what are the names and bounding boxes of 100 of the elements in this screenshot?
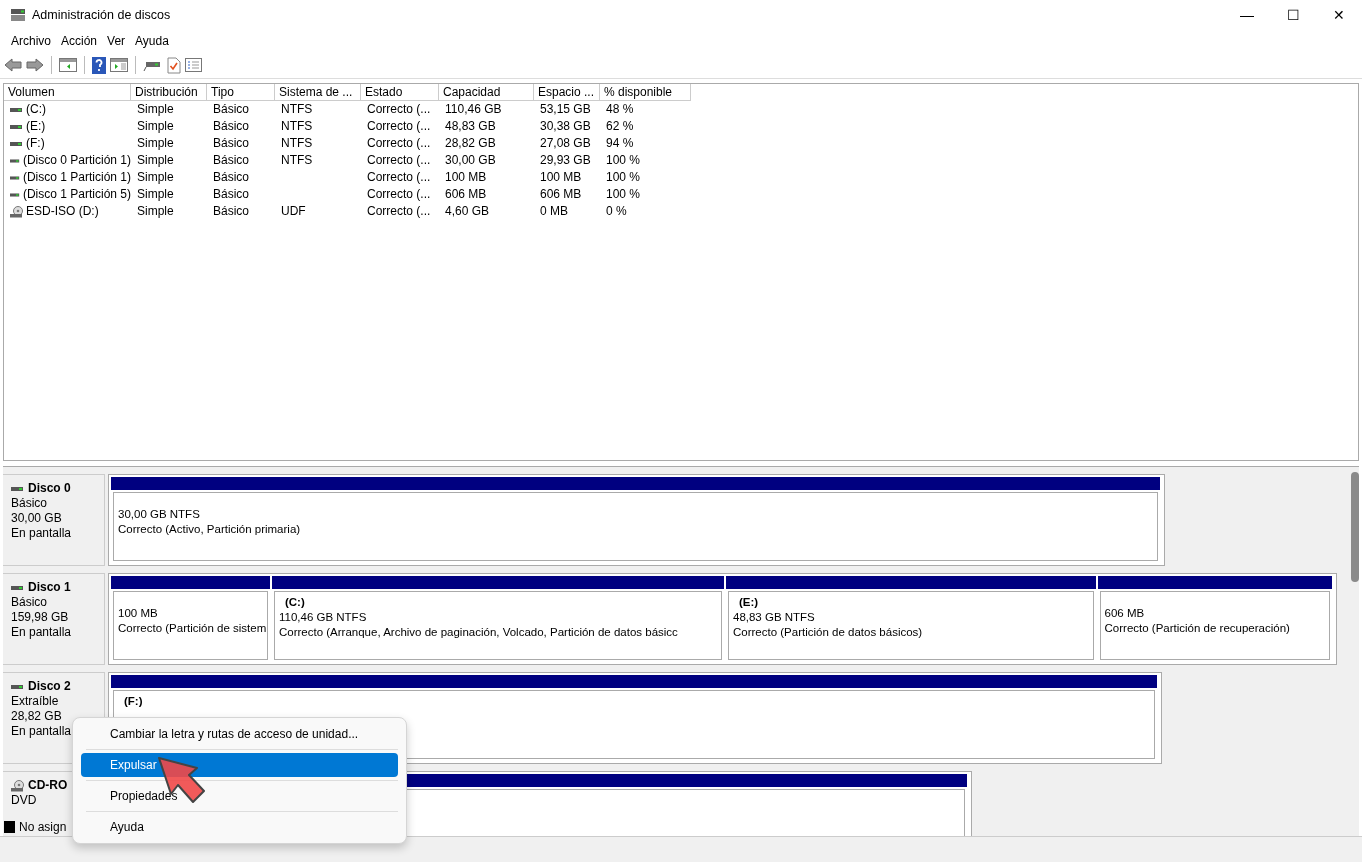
partition-size: 100 MB (118, 606, 159, 621)
table-cell: 100 % (606, 186, 641, 203)
table-cell: Correcto (... (367, 135, 431, 152)
menu-item[interactable]: Acción (56, 32, 103, 50)
partition-status: Correcto (Partición de recuperación) (1104, 621, 1291, 636)
maximize-button[interactable]: ☐ (1270, 4, 1316, 26)
column-header[interactable]: Espacio ... (534, 84, 600, 101)
table-cell: 110,46 GB (445, 101, 502, 118)
disk-name: Disco 0 (28, 481, 71, 496)
table-cell: Simple (137, 101, 174, 118)
volume-name[interactable]: (Disco 1 Partición 5) (22, 186, 131, 203)
column-header[interactable]: Capacidad (439, 84, 534, 101)
disk-name: Disco 2 (28, 679, 71, 694)
disk-detail: 159,98 GB (11, 610, 70, 625)
partition-status: Correcto (Arranque, Archivo de paginación, Volcado, Partición de datos básicc (278, 625, 679, 640)
volume-name[interactable]: (E:) (26, 118, 46, 135)
table-cell: NTFS (281, 135, 313, 152)
back-arrow-icon[interactable] (4, 58, 22, 72)
action-pane-icon[interactable] (110, 58, 128, 72)
scrollbar-thumb[interactable] (1351, 472, 1359, 582)
disk-detail: En pantalla (11, 625, 73, 640)
column-header[interactable]: Estado (361, 84, 439, 101)
table-cell: 4,60 GB (445, 203, 490, 220)
table-cell: NTFS (281, 118, 313, 135)
disk-detail: DVD (11, 793, 38, 808)
table-cell: Simple (137, 203, 174, 220)
table-cell: 606 MB (540, 186, 582, 203)
table-cell: 53,15 GB (540, 101, 591, 118)
table-cell: 100 MB (540, 169, 582, 186)
disk-detail: En pantalla (11, 724, 73, 739)
table-cell: Básico (213, 135, 250, 152)
table-cell: Básico (213, 152, 250, 169)
table-cell: Simple (137, 135, 174, 152)
table-cell: Correcto (... (367, 169, 431, 186)
table-cell: Básico (213, 203, 250, 220)
table-cell: 30,38 GB (540, 118, 591, 135)
menu-item[interactable]: Propiedades (81, 784, 398, 808)
table-cell: 100 % (606, 152, 641, 169)
table-cell: Correcto (... (367, 101, 431, 118)
volume-name[interactable]: (Disco 1 Partición 1) (22, 169, 131, 186)
legend-label: No asign (19, 819, 67, 836)
menu-item[interactable]: Ayuda (81, 815, 398, 839)
table-cell: Correcto (... (367, 152, 431, 169)
disk-detail: 30,00 GB (11, 511, 63, 526)
partition-label: (E:) (738, 595, 760, 610)
disk-info-panel[interactable]: Disco 0 Básico 30,00 GB En pantalla (3, 474, 105, 566)
column-header[interactable]: % disponible (600, 84, 691, 101)
properties-icon[interactable] (185, 58, 202, 72)
column-header[interactable]: Sistema de ... (275, 84, 361, 101)
table-cell: Básico (213, 118, 250, 135)
volume-name[interactable]: (C:) (26, 101, 46, 118)
table-cell: Básico (213, 186, 250, 203)
partition-label: (C:) (283, 595, 306, 610)
checklist-icon[interactable] (167, 56, 181, 74)
menu-item[interactable]: Ver (102, 32, 131, 50)
table-cell: 606 MB (445, 186, 487, 203)
menu-item[interactable]: Expulsar (81, 753, 398, 777)
disk-detail: 28,82 GB (11, 709, 63, 724)
help-icon[interactable] (92, 56, 106, 74)
forward-arrow-icon[interactable] (26, 58, 44, 72)
table-cell: Correcto (... (367, 186, 431, 203)
menu-item[interactable]: Archivo (6, 32, 56, 50)
table-cell: Correcto (... (367, 203, 431, 220)
table-cell: 100 % (606, 169, 641, 186)
partition-status: Correcto (Partición de datos básicos) (733, 625, 924, 640)
table-cell: Correcto (... (367, 118, 431, 135)
table-cell: Simple (137, 169, 174, 186)
table-cell: Básico (213, 169, 250, 186)
table-cell: UDF (281, 203, 306, 220)
disk-management-icon (10, 8, 26, 22)
table-cell: 100 MB (445, 169, 487, 186)
volume-name[interactable]: (F:) (26, 135, 45, 152)
disk-info-panel[interactable]: Disco 1 Básico 159,98 GB En pantalla (3, 573, 105, 665)
table-cell: 30,00 GB (445, 152, 496, 169)
column-header[interactable]: Tipo (207, 84, 275, 101)
disk-detail: En pantalla (11, 526, 73, 541)
partition-size: 110,46 GB NTFS (278, 610, 368, 625)
tree-pane-icon[interactable] (59, 58, 77, 72)
table-cell: 0 % (606, 203, 627, 220)
partition-size: 606 MB (1104, 606, 1146, 621)
close-button[interactable]: ✕ (1316, 4, 1362, 26)
disk-name: CD-RO (28, 778, 68, 793)
column-header[interactable]: Volumen (4, 84, 131, 101)
partition-label: (F:) (123, 694, 144, 709)
disk-detail: Extraíble (11, 694, 60, 709)
minimize-button[interactable]: — (1224, 4, 1270, 26)
disk-detail: Básico (11, 496, 49, 511)
volume-name[interactable]: ESD-ISO (D:) (26, 203, 99, 220)
partition-size: 48,83 GB NTFS (733, 610, 816, 625)
volume-name[interactable]: (Disco 0 Partición 1) (22, 152, 131, 169)
table-cell: 94 % (606, 135, 634, 152)
table-cell: 0 MB (540, 203, 568, 220)
partition-status: Correcto (Activo, Partición primaria) (118, 522, 302, 537)
column-header[interactable]: Distribución (131, 84, 207, 101)
table-cell: NTFS (281, 101, 313, 118)
table-cell: 28,82 GB (445, 135, 496, 152)
window-title: Administración de discos (32, 6, 171, 24)
table-cell: Simple (137, 152, 174, 169)
menu-item[interactable]: Ayuda (130, 32, 174, 50)
optical-drive-icon (10, 205, 23, 218)
